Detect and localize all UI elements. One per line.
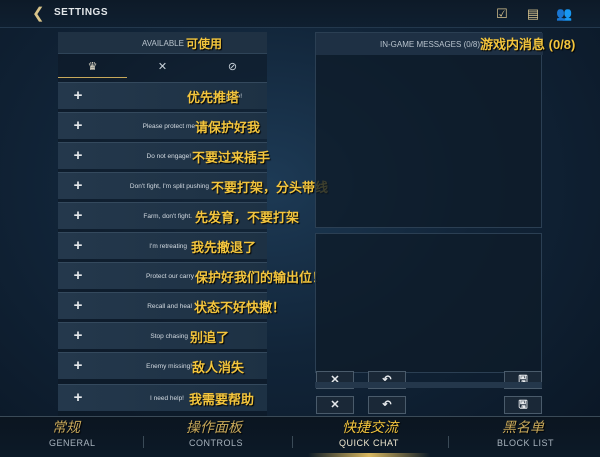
tab-controls[interactable]: 操作面板 CONTROLS	[144, 416, 288, 457]
friends-icon[interactable]: 👥	[556, 6, 572, 22]
message-cn: 不要过来插手	[192, 150, 271, 165]
add-icon[interactable]: +	[70, 147, 86, 165]
nav-label-cn: 快捷交流	[342, 419, 398, 435]
tab-deny[interactable]: ✕	[128, 56, 197, 78]
message-en: I'm retreating	[149, 243, 187, 250]
message-cn: 先发育，不要打架	[195, 210, 300, 225]
nav-label: CONTROLS	[189, 438, 244, 448]
tab-block-list[interactable]: 黑名单 BLOCK LIST	[448, 416, 600, 457]
message-en: I need help!	[150, 395, 184, 402]
chat-icon[interactable]: ▤	[525, 6, 541, 22]
available-label: AVAILABLE	[142, 39, 184, 48]
message-cn: 敌人消失	[192, 360, 245, 375]
list-item[interactable]: + Recall and heal 状态不好快撤！	[58, 292, 285, 319]
message-en: Recall and heal	[147, 303, 192, 310]
add-icon[interactable]: +	[70, 207, 86, 225]
list-item[interactable]: + Don't fight, I'm split pushing 不要打架，分头…	[58, 172, 328, 199]
back-arrow-icon[interactable]: ❮	[32, 5, 50, 23]
checklist-icon[interactable]: ☑	[494, 6, 510, 22]
clear-button[interactable]: ✕	[316, 396, 354, 414]
message-en: Protect our carry	[145, 273, 194, 280]
divider	[315, 382, 542, 388]
nav-divider	[448, 436, 449, 448]
nav-label: BLOCK LIST	[497, 438, 555, 448]
list-item[interactable]: + Let's push! 优先推塔	[58, 82, 267, 109]
available-label-cn: 可使用	[186, 37, 223, 51]
list-item[interactable]: + Enemy missing! 敌人消失	[58, 352, 267, 379]
top-bar: ❮ SETTINGS ☑ ▤ 👥	[0, 0, 600, 28]
message-en: Don't fight, I'm split pushing	[129, 183, 209, 190]
add-icon[interactable]: +	[70, 357, 86, 375]
in-game-messages-panel: IN-GAME MESSAGES (0/8)	[315, 32, 543, 228]
hidden-icon: ⊘	[227, 61, 238, 73]
add-icon[interactable]: +	[70, 267, 86, 285]
list-item[interactable]: + Do not engage! 不要过来插手	[58, 142, 271, 169]
list-item[interactable]: + I'm retreating 我先撤退了	[58, 232, 267, 259]
nav-label: GENERAL	[49, 438, 96, 448]
messages-label: IN-GAME MESSAGES (0/8)	[380, 40, 481, 49]
undo-button[interactable]: ↶	[368, 396, 406, 414]
add-icon[interactable]: +	[70, 297, 86, 315]
message-cn: 保护好我们的输出位！	[195, 270, 326, 285]
message-en: Stop chasing	[150, 333, 188, 340]
messages-list-area	[315, 233, 542, 373]
add-icon[interactable]: +	[70, 87, 86, 105]
nav-divider	[143, 436, 144, 448]
add-icon[interactable]: +	[70, 117, 86, 135]
messages-label-cn: 游戏内消息 (0/8)	[480, 37, 576, 52]
message-cn: 优先推塔	[187, 90, 240, 105]
nav-divider	[292, 436, 293, 448]
message-cn: 我需要帮助	[189, 392, 255, 407]
list-item[interactable]: + Farm, don't fight. 先发育，不要打架	[58, 202, 299, 229]
message-cn: 状态不好快撤！	[194, 300, 286, 315]
list-item[interactable]: + Protect our carry 保护好我们的输出位！	[58, 262, 325, 289]
tab-general[interactable]: 常规 GENERAL	[0, 416, 144, 457]
list-item[interactable]: + Please protect me 请保护好我	[58, 112, 267, 139]
nav-label: QUICK CHAT	[339, 438, 399, 448]
list-item[interactable]: + Stop chasing 别追了	[58, 322, 267, 349]
save-button[interactable]: 🖫	[504, 396, 542, 414]
add-icon[interactable]: +	[70, 177, 86, 195]
page-title: SETTINGS	[54, 7, 109, 18]
nav-label-cn: 操作面板	[186, 419, 242, 435]
list-item[interactable]: + I need help! 我需要帮助	[58, 384, 267, 411]
add-icon[interactable]: +	[70, 389, 86, 407]
tab-allow[interactable]: ♛	[58, 56, 127, 78]
tab-quick-chat[interactable]: 快捷交流 QUICK CHAT	[288, 416, 448, 457]
message-en: Please protect me	[142, 123, 195, 130]
add-icon[interactable]: +	[70, 237, 86, 255]
crown-icon: ♛	[87, 61, 98, 73]
available-header: AVAILABLE 可使用	[58, 32, 267, 54]
message-cn: 别追了	[190, 330, 230, 345]
message-en: Do not engage!	[146, 153, 191, 160]
close-icon: ✕	[157, 61, 168, 73]
message-en: Farm, don't fight.	[143, 213, 192, 220]
message-en: Enemy missing!	[146, 363, 192, 370]
tab-hidden[interactable]: ⊘	[198, 56, 267, 78]
add-icon[interactable]: +	[70, 327, 86, 345]
nav-label-cn: 黑名单	[502, 419, 544, 435]
message-cn: 不要打架，分头带线	[211, 180, 329, 195]
message-cn: 我先撤退了	[191, 240, 257, 255]
active-tab-indicator	[308, 453, 430, 457]
nav-label-cn: 常规	[52, 419, 80, 435]
message-cn: 请保护好我	[195, 120, 261, 135]
